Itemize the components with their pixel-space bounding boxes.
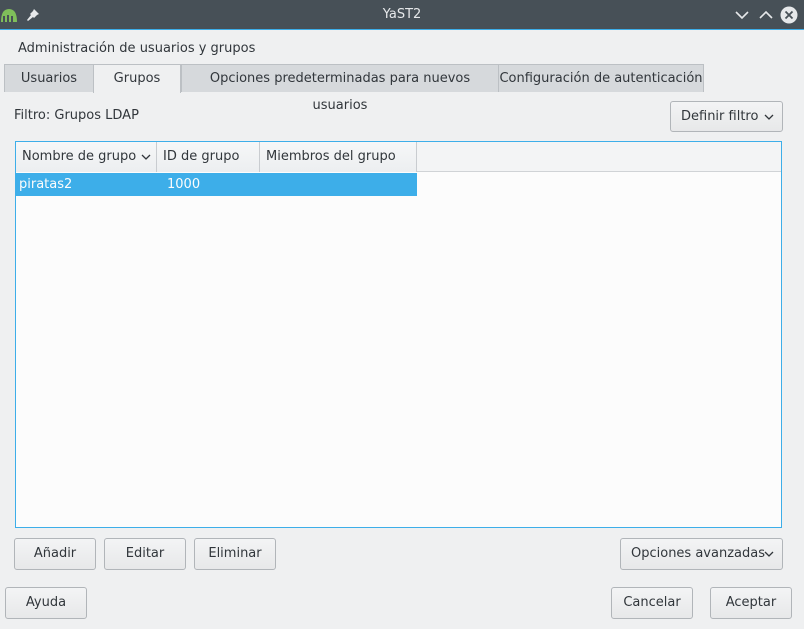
add-button[interactable]: Añadir (14, 538, 96, 570)
window-titlebar[interactable]: YaST2 (0, 0, 804, 30)
tab-usuarios[interactable]: Usuarios (4, 64, 94, 92)
tab-opciones-predeterminadas[interactable]: Opciones predeterminadas para nuevos usu… (181, 64, 499, 113)
cell-group-members (264, 173, 417, 196)
close-icon[interactable] (780, 6, 798, 24)
cell-group-name: piratas2 (19, 177, 73, 192)
tab-configuracion-autenticacion[interactable]: Configuración de autenticación (498, 64, 704, 92)
accept-button[interactable]: Aceptar (710, 587, 792, 619)
table-header: Nombre de grupo ID de grupo Miembros del… (16, 142, 781, 172)
filter-label: Filtro: Grupos LDAP (14, 108, 139, 123)
edit-button[interactable]: Editar (104, 538, 186, 570)
column-header-gid[interactable]: ID de grupo (157, 142, 260, 172)
advanced-options-label: Opciones avanzadas (631, 546, 765, 561)
cancel-button[interactable]: Cancelar (611, 587, 693, 619)
delete-button[interactable]: Eliminar (194, 538, 276, 570)
minimize-icon[interactable] (733, 6, 751, 24)
cell-group-id: 1000 (167, 177, 201, 192)
table-row[interactable]: piratas2 1000 (16, 173, 417, 196)
help-button[interactable]: Ayuda (5, 587, 87, 619)
chevron-down-icon (764, 551, 774, 557)
column-header-members[interactable]: Miembros del grupo (260, 142, 417, 172)
define-filter-button[interactable]: Definir filtro (670, 101, 783, 132)
groups-table[interactable]: Nombre de grupo ID de grupo Miembros del… (15, 141, 782, 528)
column-header-name[interactable]: Nombre de grupo (16, 142, 157, 172)
define-filter-label: Definir filtro (681, 109, 759, 124)
page-heading: Administración de usuarios y grupos (18, 41, 256, 56)
tab-grupos[interactable]: Grupos (93, 64, 181, 93)
advanced-options-button[interactable]: Opciones avanzadas (620, 538, 783, 570)
window-title: YaST2 (382, 7, 422, 22)
sort-chevron-icon (141, 154, 151, 160)
chevron-down-icon (764, 114, 774, 120)
maximize-icon[interactable] (757, 6, 775, 24)
